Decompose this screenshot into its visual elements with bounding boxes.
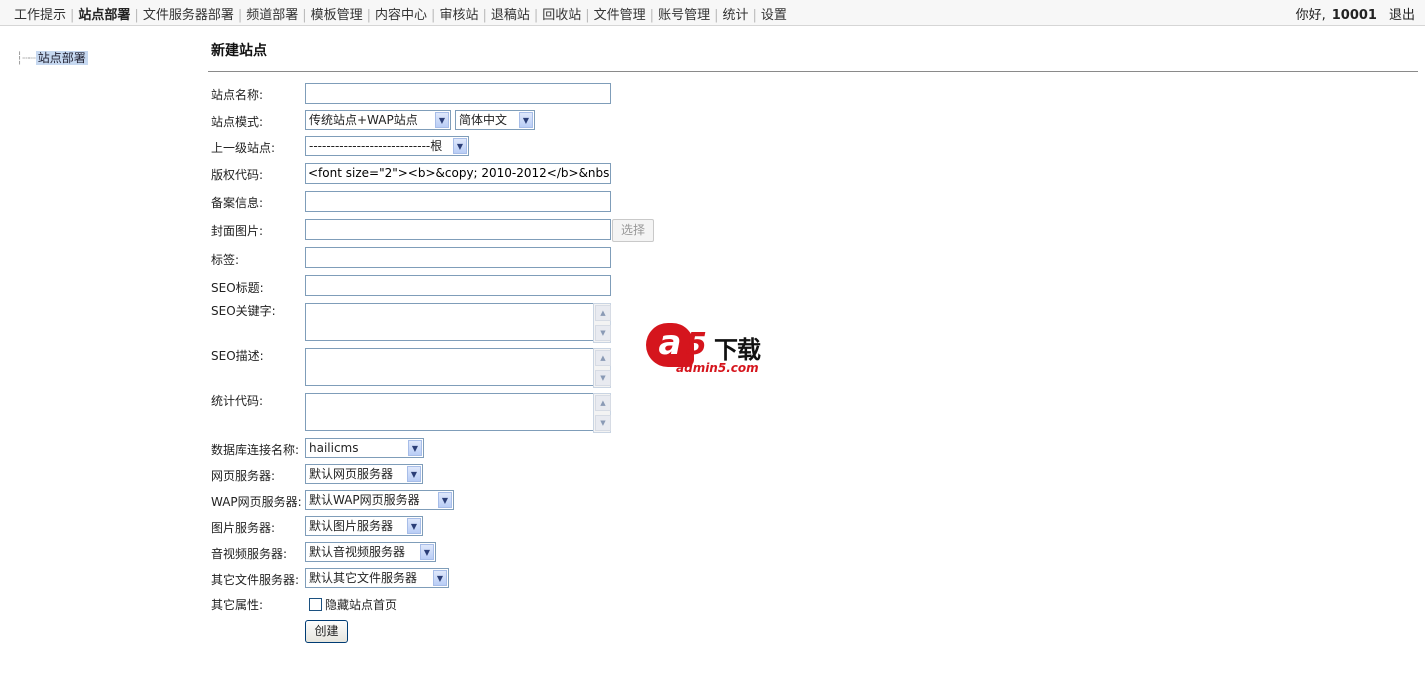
scrollbar[interactable]: ▲ ▼ <box>593 348 611 388</box>
scrollbar[interactable]: ▲ ▼ <box>593 393 611 433</box>
site-language-value: 简体中文 <box>459 113 508 127</box>
icp-input[interactable] <box>305 191 611 212</box>
scroll-up-icon[interactable]: ▲ <box>595 395 611 411</box>
nav-item[interactable]: 内容中心 <box>371 8 431 23</box>
tree-connector: ┆┈┈ <box>16 51 36 65</box>
nav-item[interactable]: 频道部署 <box>242 8 302 23</box>
image-server-label: 图片服务器: <box>211 521 276 535</box>
tags-input[interactable] <box>305 247 611 268</box>
nav-separator: | <box>302 8 307 23</box>
top-nav-bar: 工作提示 | 站点部署 | 文件服务器部署 | 频道部署 | 模板管理 | 内容中心 | 审核站 | 退稿站… <box>0 0 1425 26</box>
site-name-label: 站点名称: <box>211 88 264 102</box>
page-title: 新建站点 <box>211 43 267 59</box>
icp-label: 备案信息: <box>211 196 264 210</box>
seo-keywords-label: SEO关键字: <box>211 304 276 318</box>
nav-item[interactable]: 账号管理 <box>654 8 714 23</box>
site-mode-value: 传统站点+WAP站点 <box>309 113 418 127</box>
chevron-down-icon: ▼ <box>433 570 447 586</box>
user-box: 你好, 10001 退出 <box>1296 4 1415 23</box>
seo-description-textarea[interactable]: ▲ ▼ <box>305 348 611 388</box>
hide-homepage-checkbox[interactable] <box>309 598 322 611</box>
scroll-down-icon[interactable]: ▼ <box>595 370 611 386</box>
nav-item[interactable]: 工作提示 <box>10 8 70 23</box>
logout-link[interactable]: 退出 <box>1389 8 1415 23</box>
seo-description-label: SEO描述: <box>211 349 264 363</box>
chevron-down-icon: ▼ <box>420 544 434 560</box>
nav-item[interactable]: 文件管理 <box>590 8 650 23</box>
image-server-value: 默认图片服务器 <box>309 519 394 533</box>
web-server-label: 网页服务器: <box>211 469 276 483</box>
other-server-label: 其它文件服务器: <box>211 573 300 587</box>
parent-site-value: ----------------------------根 <box>309 139 443 153</box>
nav-item[interactable]: 退稿站 <box>487 8 534 23</box>
watermark-site-text: admin5.com <box>676 361 759 375</box>
seo-title-input[interactable] <box>305 275 611 296</box>
nav-separator: | <box>585 8 590 23</box>
seo-title-label: SEO标题: <box>211 281 264 295</box>
parent-site-select[interactable]: ----------------------------根 ▼ <box>305 136 469 156</box>
create-button[interactable]: 创建 <box>305 620 348 643</box>
chevron-down-icon: ▼ <box>453 138 467 154</box>
nav-item[interactable]: 站点部署 <box>74 8 134 23</box>
other-server-value: 默认其它文件服务器 <box>309 571 418 585</box>
nav-item[interactable]: 模板管理 <box>307 8 367 23</box>
site-language-select[interactable]: 简体中文 ▼ <box>455 110 535 130</box>
nav-item[interactable]: 统计 <box>718 8 752 23</box>
db-connection-select[interactable]: hailicms ▼ <box>305 438 424 458</box>
chevron-down-icon: ▼ <box>407 466 421 482</box>
wap-server-value: 默认WAP网页服务器 <box>309 493 420 507</box>
choose-button[interactable]: 选择 <box>612 219 654 242</box>
other-attributes-label: 其它属性: <box>211 598 264 612</box>
web-server-value: 默认网页服务器 <box>309 467 394 481</box>
av-server-value: 默认音视频服务器 <box>309 545 406 559</box>
chevron-down-icon: ▼ <box>407 518 421 534</box>
greeting-text: 你好, <box>1295 8 1326 23</box>
site-mode-label: 站点模式: <box>211 115 264 129</box>
tree-node-site-deploy[interactable]: 站点部署 <box>35 51 88 65</box>
copyright-label: 版权代码: <box>211 168 264 182</box>
other-server-select[interactable]: 默认其它文件服务器 ▼ <box>305 568 449 588</box>
web-server-select[interactable]: 默认网页服务器 ▼ <box>305 464 423 484</box>
cover-image-label: 封面图片: <box>211 224 264 238</box>
chevron-down-icon: ▼ <box>408 440 422 456</box>
db-connection-label: 数据库连接名称: <box>211 443 300 457</box>
hide-homepage-label[interactable]: 隐藏站点首页 <box>325 596 397 613</box>
main-nav: 工作提示 | 站点部署 | 文件服务器部署 | 频道部署 | 模板管理 | 内容中心 | 审核站 | 退稿站… <box>10 4 791 23</box>
av-server-select[interactable]: 默认音视频服务器 ▼ <box>305 542 436 562</box>
copyright-input[interactable]: <font size="2"><b>&copy; 2010-2012</b>&n… <box>305 163 611 184</box>
scroll-up-icon[interactable]: ▲ <box>595 350 611 366</box>
image-server-select[interactable]: 默认图片服务器 ▼ <box>305 516 423 536</box>
nav-item[interactable]: 设置 <box>757 8 791 23</box>
watermark-five: 5 <box>686 327 707 362</box>
site-name-input[interactable] <box>305 83 611 104</box>
site-tree: ┆┈┈ 站点部署 <box>16 49 88 66</box>
av-server-label: 音视频服务器: <box>211 547 288 561</box>
site-mode-select[interactable]: 传统站点+WAP站点 ▼ <box>305 110 451 130</box>
stat-code-textarea[interactable]: ▲ ▼ <box>305 393 611 433</box>
chevron-down-icon: ▼ <box>435 112 449 128</box>
scroll-down-icon[interactable]: ▼ <box>595 325 611 341</box>
title-divider <box>208 71 1418 72</box>
scroll-down-icon[interactable]: ▼ <box>595 415 611 431</box>
nav-item[interactable]: 审核站 <box>435 8 482 23</box>
stat-code-label: 统计代码: <box>211 394 264 408</box>
scrollbar[interactable]: ▲ ▼ <box>593 303 611 343</box>
nav-item[interactable]: 回收站 <box>538 8 585 23</box>
wap-server-select[interactable]: 默认WAP网页服务器 ▼ <box>305 490 454 510</box>
cover-image-input[interactable] <box>305 219 611 240</box>
db-connection-value: hailicms <box>309 441 359 455</box>
chevron-down-icon: ▼ <box>519 112 533 128</box>
nav-item[interactable]: 文件服务器部署 <box>139 8 238 23</box>
watermark-download-text: 下载 <box>714 336 761 364</box>
scroll-up-icon[interactable]: ▲ <box>595 305 611 321</box>
admin5-watermark-logo: a 5 下载 admin5.com <box>642 321 792 379</box>
wap-server-label: WAP网页服务器: <box>211 495 302 509</box>
chevron-down-icon: ▼ <box>438 492 452 508</box>
user-id: 10001 <box>1331 8 1377 23</box>
seo-keywords-textarea[interactable]: ▲ ▼ <box>305 303 611 343</box>
parent-site-label: 上一级站点: <box>211 141 276 155</box>
tags-label: 标签: <box>211 253 240 267</box>
